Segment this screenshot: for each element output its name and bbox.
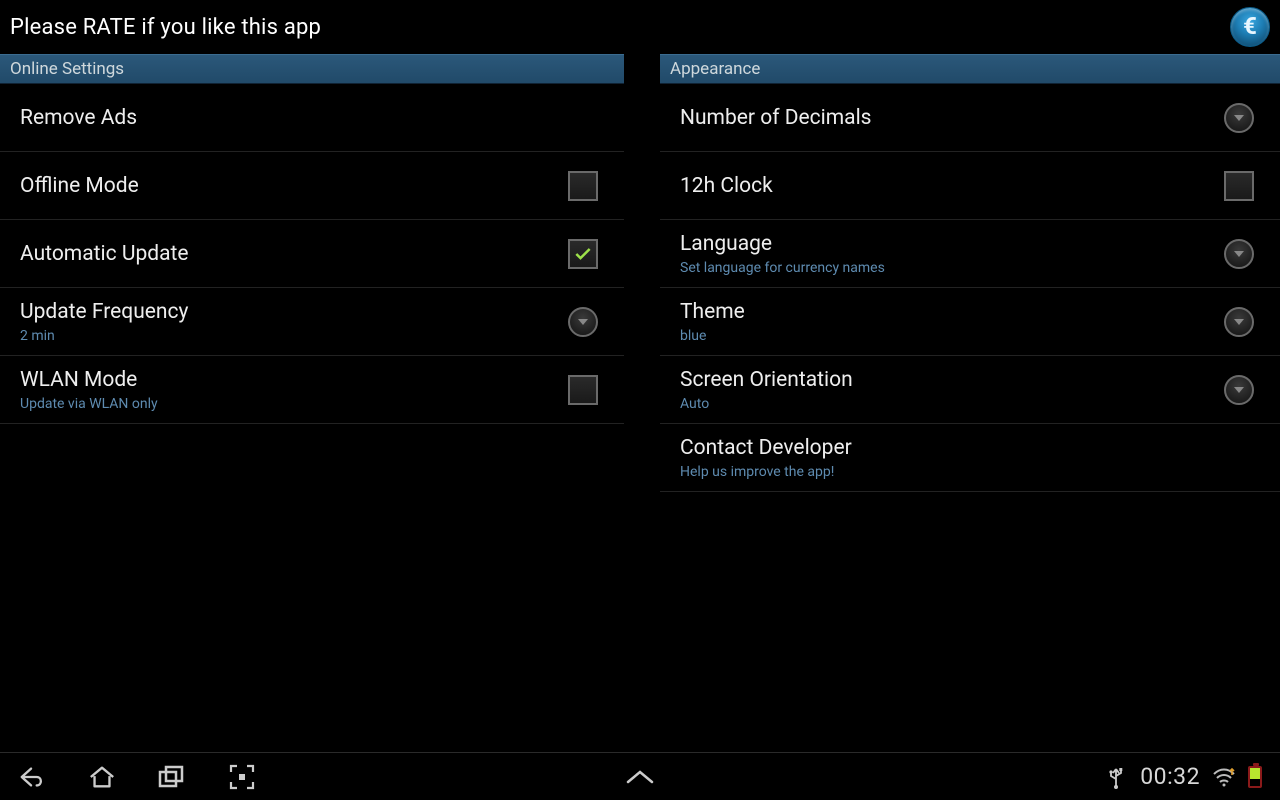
recent-apps-icon[interactable]	[158, 763, 186, 791]
sub-language: Set language for currency names	[680, 260, 1224, 276]
dropdown-icon[interactable]	[1224, 307, 1254, 337]
item-update-frequency[interactable]: Update Frequency 2 min	[0, 288, 624, 356]
label-decimals: Number of Decimals	[680, 106, 1224, 130]
item-language[interactable]: Language Set language for currency names	[660, 220, 1280, 288]
sub-contact-developer: Help us improve the app!	[680, 464, 1260, 480]
label-12h-clock: 12h Clock	[680, 174, 1224, 198]
column-appearance: Appearance Number of Decimals 12h Clock …	[660, 54, 1280, 494]
battery-icon	[1248, 766, 1262, 788]
app-logo-euro-icon[interactable]: €	[1230, 7, 1270, 47]
value-theme: blue	[680, 328, 1224, 344]
expand-up-icon[interactable]	[626, 763, 654, 791]
sub-wlan-mode: Update via WLAN only	[20, 396, 568, 412]
label-offline-mode: Offline Mode	[20, 174, 568, 198]
item-offline-mode[interactable]: Offline Mode	[0, 152, 624, 220]
item-orientation[interactable]: Screen Orientation Auto	[660, 356, 1280, 424]
label-wlan-mode: WLAN Mode	[20, 368, 568, 392]
label-orientation: Screen Orientation	[680, 368, 1224, 392]
system-navbar: 00:32	[0, 752, 1280, 800]
screenshot-icon[interactable]	[228, 763, 256, 791]
topbar-title: Please RATE if you like this app	[10, 15, 321, 40]
dropdown-icon[interactable]	[568, 307, 598, 337]
column-online-settings: Online Settings Remove Ads Offline Mode …	[0, 54, 624, 494]
item-contact-developer[interactable]: Contact Developer Help us improve the ap…	[660, 424, 1280, 492]
dropdown-icon[interactable]	[1224, 239, 1254, 269]
item-12h-clock[interactable]: 12h Clock	[660, 152, 1280, 220]
item-theme[interactable]: Theme blue	[660, 288, 1280, 356]
item-decimals[interactable]: Number of Decimals	[660, 84, 1280, 152]
item-remove-ads[interactable]: Remove Ads	[0, 84, 624, 152]
wifi-icon	[1210, 763, 1238, 791]
value-update-frequency: 2 min	[20, 328, 568, 344]
dropdown-icon[interactable]	[1224, 103, 1254, 133]
label-automatic-update: Automatic Update	[20, 242, 568, 266]
item-wlan-mode[interactable]: WLAN Mode Update via WLAN only	[0, 356, 624, 424]
label-update-frequency: Update Frequency	[20, 300, 568, 324]
status-clock: 00:32	[1140, 763, 1200, 790]
item-automatic-update[interactable]: Automatic Update	[0, 220, 624, 288]
label-language: Language	[680, 232, 1224, 256]
section-header-appearance: Appearance	[660, 54, 1280, 84]
usb-icon	[1102, 763, 1130, 791]
home-icon[interactable]	[88, 763, 116, 791]
checkbox-offline-mode[interactable]	[568, 171, 598, 201]
label-contact-developer: Contact Developer	[680, 436, 1260, 460]
checkbox-wlan-mode[interactable]	[568, 375, 598, 405]
label-theme: Theme	[680, 300, 1224, 324]
topbar: Please RATE if you like this app €	[0, 0, 1280, 54]
checkbox-automatic-update[interactable]	[568, 239, 598, 269]
section-header-online: Online Settings	[0, 54, 624, 84]
back-icon[interactable]	[18, 763, 46, 791]
label-remove-ads: Remove Ads	[20, 106, 604, 130]
checkbox-12h-clock[interactable]	[1224, 171, 1254, 201]
dropdown-icon[interactable]	[1224, 375, 1254, 405]
value-orientation: Auto	[680, 396, 1224, 412]
